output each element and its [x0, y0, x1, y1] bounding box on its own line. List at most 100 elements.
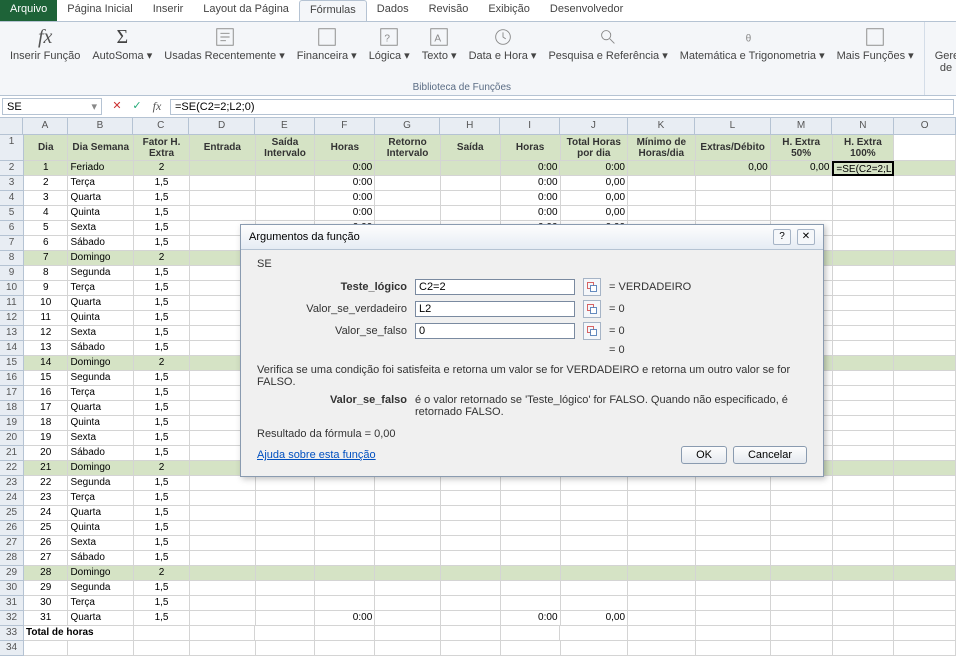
cell[interactable]	[833, 251, 895, 266]
cell[interactable]	[441, 176, 501, 191]
cell[interactable]: 1,5	[134, 491, 190, 506]
cell[interactable]	[833, 461, 895, 476]
cell[interactable]	[375, 161, 441, 176]
cell[interactable]	[256, 596, 316, 611]
row-header[interactable]: 23	[0, 476, 24, 491]
cell[interactable]	[833, 386, 895, 401]
row-header[interactable]: 6	[0, 221, 24, 236]
cell[interactable]: 2	[134, 356, 190, 371]
cell[interactable]	[833, 296, 895, 311]
col-header[interactable]: N	[832, 118, 894, 135]
cell[interactable]: 1,5	[134, 326, 190, 341]
cell[interactable]: Segunda	[68, 581, 134, 596]
cell[interactable]: 0,00	[771, 161, 833, 176]
cell[interactable]: Domingo	[68, 461, 134, 476]
column-title[interactable]: Entrada	[190, 135, 256, 161]
cell[interactable]	[833, 401, 895, 416]
column-title[interactable]: Mínimo de Horas/dia	[628, 135, 696, 161]
cell[interactable]	[501, 506, 561, 521]
cell[interactable]	[696, 521, 771, 536]
cell[interactable]	[628, 176, 696, 191]
cell[interactable]	[771, 596, 833, 611]
cell[interactable]	[628, 161, 696, 176]
col-header[interactable]: L	[695, 118, 770, 135]
tab-view[interactable]: Exibição	[478, 0, 540, 21]
cell[interactable]	[375, 596, 441, 611]
cell[interactable]	[501, 581, 561, 596]
cell[interactable]: 1,5	[134, 521, 190, 536]
cell[interactable]	[256, 476, 316, 491]
cell[interactable]	[696, 491, 771, 506]
datetime-button[interactable]: Data e Hora ▾	[465, 24, 541, 64]
cell[interactable]	[190, 476, 256, 491]
cell[interactable]	[771, 191, 833, 206]
recent-functions-button[interactable]: Usadas Recentemente ▾	[160, 24, 288, 64]
row-header[interactable]: 18	[0, 401, 24, 416]
cell[interactable]: 1,5	[134, 506, 190, 521]
math-button[interactable]: θMatemática e Trigonometria ▾	[676, 24, 829, 64]
cell[interactable]	[628, 536, 696, 551]
column-title[interactable]: H. Extra 100%	[833, 135, 895, 161]
cell[interactable]: 31	[24, 611, 68, 626]
cell[interactable]	[190, 536, 256, 551]
tab-data[interactable]: Dados	[367, 0, 419, 21]
col-header[interactable]: J	[560, 118, 628, 135]
row-header[interactable]: 33	[0, 626, 24, 641]
cell[interactable]: 0,00	[561, 176, 629, 191]
cell[interactable]	[833, 281, 895, 296]
col-header[interactable]: E	[255, 118, 315, 135]
cell[interactable]	[190, 176, 256, 191]
dialog-help-link[interactable]: Ajuda sobre esta função	[257, 449, 376, 461]
cell[interactable]	[561, 491, 629, 506]
cell[interactable]	[441, 491, 501, 506]
cell[interactable]: 15	[24, 371, 68, 386]
cell[interactable]	[441, 551, 501, 566]
cell[interactable]	[256, 611, 316, 626]
cell[interactable]: Sexta	[68, 536, 134, 551]
cell[interactable]	[561, 596, 629, 611]
total-label[interactable]: Total de horas	[24, 626, 134, 641]
cell[interactable]: 1,5	[134, 236, 190, 251]
cell[interactable]	[833, 506, 895, 521]
text-button[interactable]: ATexto ▾	[418, 24, 461, 64]
cell[interactable]: 1	[24, 161, 68, 176]
cell[interactable]	[833, 371, 895, 386]
cell[interactable]	[696, 191, 771, 206]
cell[interactable]: 9	[24, 281, 68, 296]
cell[interactable]: Sexta	[68, 221, 134, 236]
cell[interactable]	[315, 581, 375, 596]
dialog-help-icon[interactable]: ?	[773, 229, 791, 245]
cell[interactable]: 4	[24, 206, 68, 221]
cell[interactable]	[833, 476, 895, 491]
row-header[interactable]: 10	[0, 281, 24, 296]
formula-input[interactable]: =SE(C2=2;L2;0)	[170, 99, 954, 115]
cell[interactable]	[833, 176, 895, 191]
cell[interactable]: 0:00	[315, 161, 375, 176]
cell[interactable]	[833, 356, 895, 371]
cell[interactable]: 1,5	[134, 446, 190, 461]
cell[interactable]: 16	[24, 386, 68, 401]
cell[interactable]	[561, 521, 629, 536]
cell[interactable]	[833, 536, 895, 551]
insert-function-button[interactable]: fxInserir Função	[6, 24, 84, 64]
cell[interactable]	[696, 611, 771, 626]
cell[interactable]: Quinta	[68, 416, 134, 431]
cell[interactable]: 25	[24, 521, 68, 536]
cell[interactable]: Terça	[68, 281, 134, 296]
col-header[interactable]: D	[189, 118, 255, 135]
cell[interactable]: 27	[24, 551, 68, 566]
row-header[interactable]: 19	[0, 416, 24, 431]
cell[interactable]	[441, 536, 501, 551]
cell[interactable]: 1,5	[134, 416, 190, 431]
cell[interactable]	[696, 581, 771, 596]
cell[interactable]: Segunda	[68, 266, 134, 281]
cell[interactable]	[256, 551, 316, 566]
column-title[interactable]: Horas	[315, 135, 375, 161]
column-title[interactable]: Fator H. Extra	[134, 135, 190, 161]
cell[interactable]	[833, 596, 895, 611]
cell[interactable]	[315, 551, 375, 566]
cell[interactable]: 1,5	[134, 611, 190, 626]
cell[interactable]	[256, 581, 316, 596]
cell[interactable]: Sábado	[68, 341, 134, 356]
cell[interactable]	[833, 446, 895, 461]
